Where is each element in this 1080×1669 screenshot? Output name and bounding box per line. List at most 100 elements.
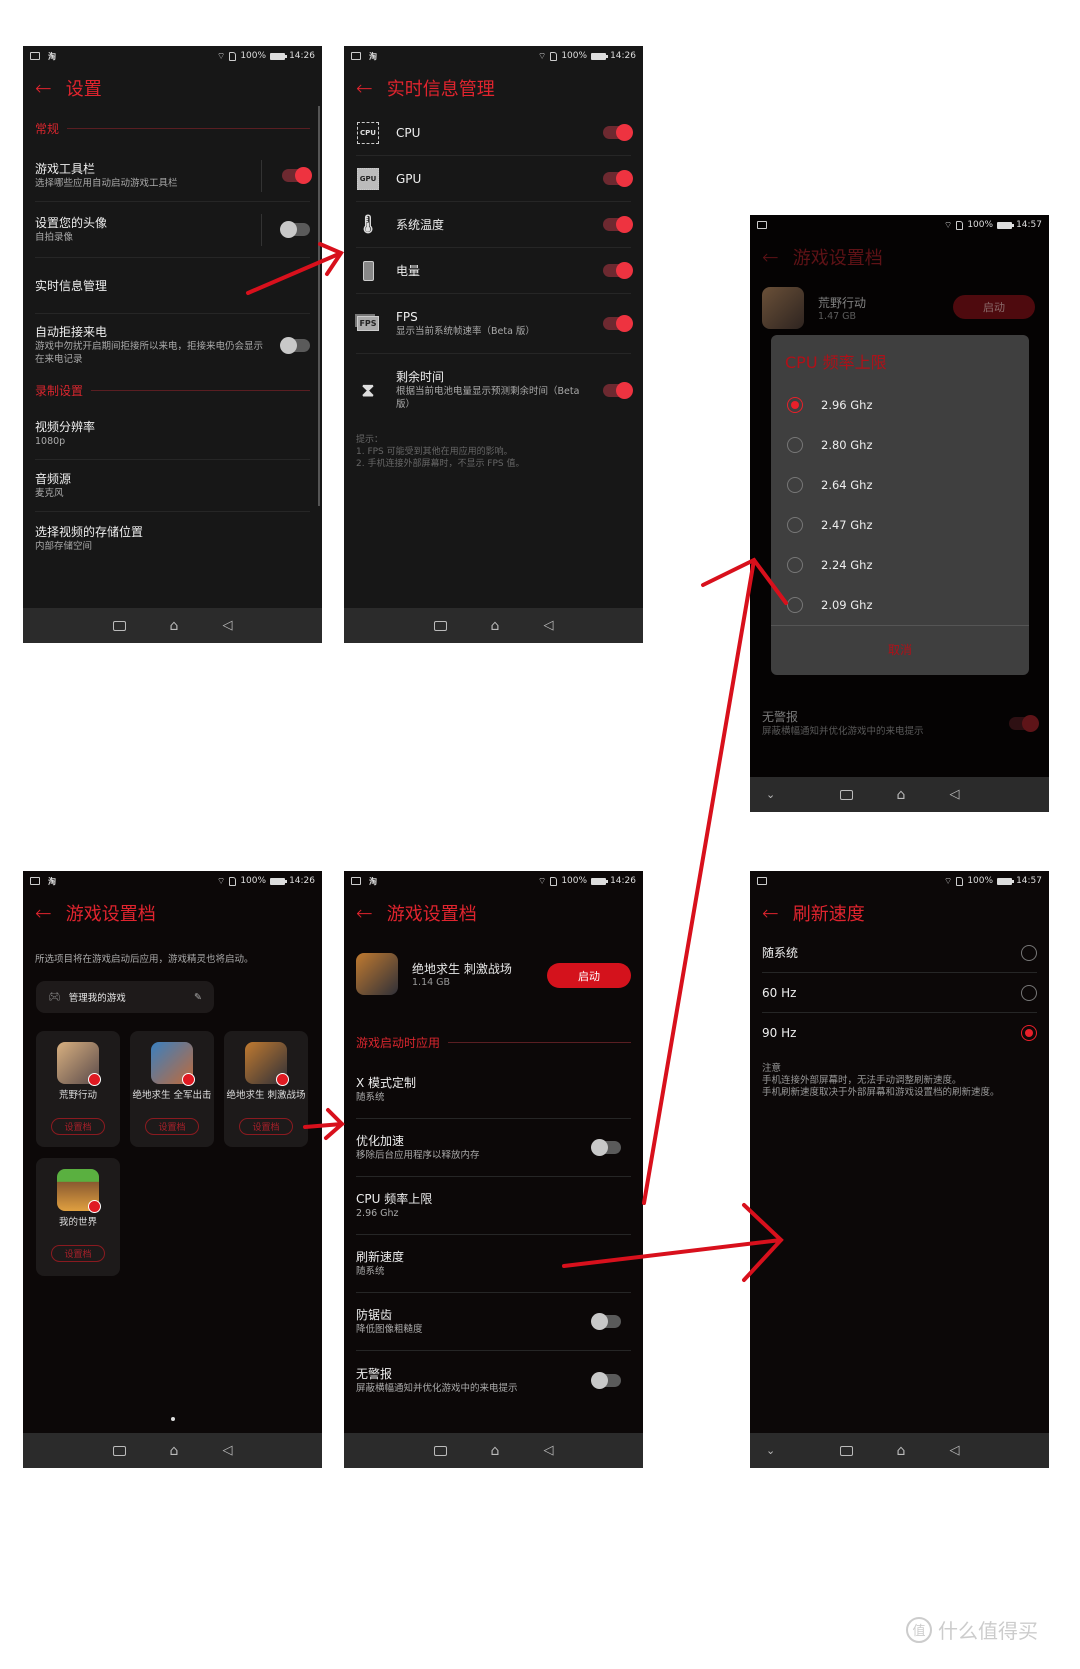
radio[interactable] <box>787 437 803 453</box>
radio[interactable] <box>1021 944 1037 961</box>
game-card[interactable]: 我的世界 设置档 <box>36 1158 120 1276</box>
recents-icon[interactable] <box>433 1445 447 1456</box>
toggle-off[interactable] <box>280 336 310 354</box>
info-cpu[interactable]: CPU CPU <box>356 110 633 156</box>
page-indicator <box>171 1417 175 1421</box>
option-2-80[interactable]: 2.80 Ghz <box>787 437 873 453</box>
toggle-on[interactable] <box>603 216 633 233</box>
toggle-off[interactable] <box>591 1139 621 1156</box>
profile-button[interactable]: 设置档 <box>51 1118 105 1135</box>
back-icon[interactable]: ◁ <box>222 618 232 633</box>
setting-anti-aliasing[interactable]: 防锯齿 降低图像粗糙度 <box>356 1293 631 1351</box>
info-battery[interactable]: 电量 <box>356 248 633 294</box>
profile-button[interactable]: 设置档 <box>145 1118 199 1135</box>
setting-optimize[interactable]: 优化加速 移除后台应用程序以释放内存 <box>356 1119 631 1177</box>
option-90hz[interactable]: 90 Hz <box>762 1013 1037 1053</box>
setting-no-alerts[interactable]: 无警报 屏蔽横幅通知并优化游戏中的来电提示 <box>762 700 1039 746</box>
toggle-on[interactable] <box>282 167 312 184</box>
scrollbar[interactable] <box>318 106 320 506</box>
game-card[interactable]: 荒野行动 设置档 <box>36 1031 120 1147</box>
toggle-on[interactable] <box>1009 714 1039 732</box>
home-icon[interactable]: ⌂ <box>897 787 906 803</box>
recents-icon[interactable] <box>839 1445 853 1456</box>
info-remaining-time[interactable]: ⧗ 剩余时间 根据当前电池电量显示预测剩余时间（Beta 版） <box>356 354 633 426</box>
setting-cpu-limit[interactable]: CPU 频率上限 2.96 Ghz <box>356 1177 631 1235</box>
radio[interactable] <box>787 517 803 533</box>
back-icon[interactable]: ◁ <box>949 787 959 802</box>
pencil-icon[interactable]: ✎ <box>194 992 202 1003</box>
home-icon[interactable]: ⌂ <box>491 618 500 634</box>
option-label: 2.80 Ghz <box>821 438 873 452</box>
toggle-off[interactable] <box>591 1371 621 1389</box>
profile-button[interactable]: 设置档 <box>51 1245 105 1262</box>
back-arrow-icon[interactable]: ← <box>35 76 52 100</box>
radio[interactable] <box>787 477 803 493</box>
item-title: CPU <box>396 125 421 140</box>
back-arrow-icon[interactable]: ← <box>356 76 373 100</box>
setting-no-alerts[interactable]: 无警报 屏蔽横幅通知并优化游戏中的来电提示 <box>356 1351 631 1409</box>
toggle-on[interactable] <box>603 315 633 332</box>
toggle-off[interactable] <box>591 1313 621 1330</box>
option-2-47[interactable]: 2.47 Ghz <box>787 517 873 533</box>
setting-refresh-rate[interactable]: 刷新速度 随系统 <box>356 1235 631 1293</box>
back-arrow-icon[interactable]: ← <box>762 901 779 925</box>
launch-button[interactable]: 启动 <box>547 963 631 988</box>
setting-x-mode[interactable]: X 模式定制 随系统 <box>356 1061 631 1119</box>
game-card[interactable]: 绝地求生 全军出击 设置档 <box>130 1031 214 1147</box>
setting-auto-reject-calls[interactable]: 自动拒接来电 游戏中勿扰开启期间拒接所以来电，拒接来电仍会显示在来电记录 <box>35 314 310 376</box>
radio[interactable] <box>787 597 803 613</box>
setting-game-toolbar[interactable]: 游戏工具栏 选择哪些应用自动启动游戏工具栏 <box>35 150 312 202</box>
setting-audio-source[interactable]: 音频源 麦克风 <box>35 460 310 512</box>
toggle-on[interactable] <box>603 262 633 279</box>
chevron-down-icon[interactable]: ⌄ <box>766 788 775 801</box>
option-label: 2.64 Ghz <box>821 478 873 492</box>
setting-storage-location[interactable]: 选择视频的存储位置 内部存储空间 <box>35 512 310 564</box>
option-system[interactable]: 随系统 <box>762 933 1037 973</box>
toggle-on[interactable] <box>603 124 633 141</box>
back-icon[interactable]: ◁ <box>222 1443 232 1458</box>
hourglass-icon: ⧗ <box>361 379 375 401</box>
home-icon[interactable]: ⌂ <box>170 1443 179 1459</box>
setting-realtime-info[interactable]: 实时信息管理 <box>35 258 310 314</box>
radio-selected[interactable] <box>787 397 803 413</box>
option-2-64[interactable]: 2.64 Ghz <box>787 477 873 493</box>
thermometer-icon: 🌡 <box>356 214 380 235</box>
setting-video-resolution[interactable]: 视频分辨率 1080p <box>35 408 310 460</box>
toggle-on[interactable] <box>603 170 633 187</box>
profile-button[interactable]: 设置档 <box>239 1118 293 1135</box>
toggle-on[interactable] <box>603 381 633 399</box>
toggle-off[interactable] <box>280 221 310 238</box>
cancel-button[interactable]: 取消 <box>771 641 1029 658</box>
setting-avatar[interactable]: 设置您的头像 自拍录像 <box>35 202 310 258</box>
back-icon[interactable]: ◁ <box>543 1443 553 1458</box>
info-gpu[interactable]: GPU GPU <box>356 156 633 202</box>
back-arrow-icon[interactable]: ← <box>356 901 373 925</box>
option-60hz[interactable]: 60 Hz <box>762 973 1037 1013</box>
back-arrow-icon[interactable]: ← <box>762 245 779 269</box>
game-card[interactable]: 绝地求生 刺激战场 设置档 <box>224 1031 308 1147</box>
recents-icon[interactable] <box>839 789 853 800</box>
back-icon[interactable]: ◁ <box>949 1443 959 1458</box>
home-icon[interactable]: ⌂ <box>897 1443 906 1459</box>
info-temperature[interactable]: 🌡 系统温度 <box>356 202 633 248</box>
radio[interactable] <box>1021 984 1037 1001</box>
launch-button[interactable]: 启动 <box>953 295 1035 319</box>
image-icon <box>30 877 40 885</box>
screen-cpu-dialog: ⌔ 100% 14:57 ← 游戏设置档 荒野行动 1.47 GB 启动 无警报 屏蔽横幅… <box>750 215 1049 812</box>
home-icon[interactable]: ⌂ <box>491 1443 500 1459</box>
back-icon[interactable]: ◁ <box>543 618 553 633</box>
info-fps[interactable]: FPS FPS 显示当前系统帧速率（Beta 版） <box>356 294 633 354</box>
recents-icon[interactable] <box>112 1445 126 1456</box>
chevron-down-icon[interactable]: ⌄ <box>766 1444 775 1457</box>
option-2-96[interactable]: 2.96 Ghz <box>787 397 873 413</box>
manage-games-button[interactable]: 🎮︎ 管理我的游戏 ✎ <box>36 981 214 1013</box>
home-icon[interactable]: ⌂ <box>170 618 179 634</box>
cpu-icon: CPU <box>356 121 380 145</box>
option-2-24[interactable]: 2.24 Ghz <box>787 557 873 573</box>
recents-icon[interactable] <box>433 620 447 631</box>
back-arrow-icon[interactable]: ← <box>35 901 52 925</box>
option-2-09[interactable]: 2.09 Ghz <box>787 597 873 613</box>
radio-selected[interactable] <box>1021 1025 1037 1041</box>
recents-icon[interactable] <box>112 620 126 631</box>
radio[interactable] <box>787 557 803 573</box>
